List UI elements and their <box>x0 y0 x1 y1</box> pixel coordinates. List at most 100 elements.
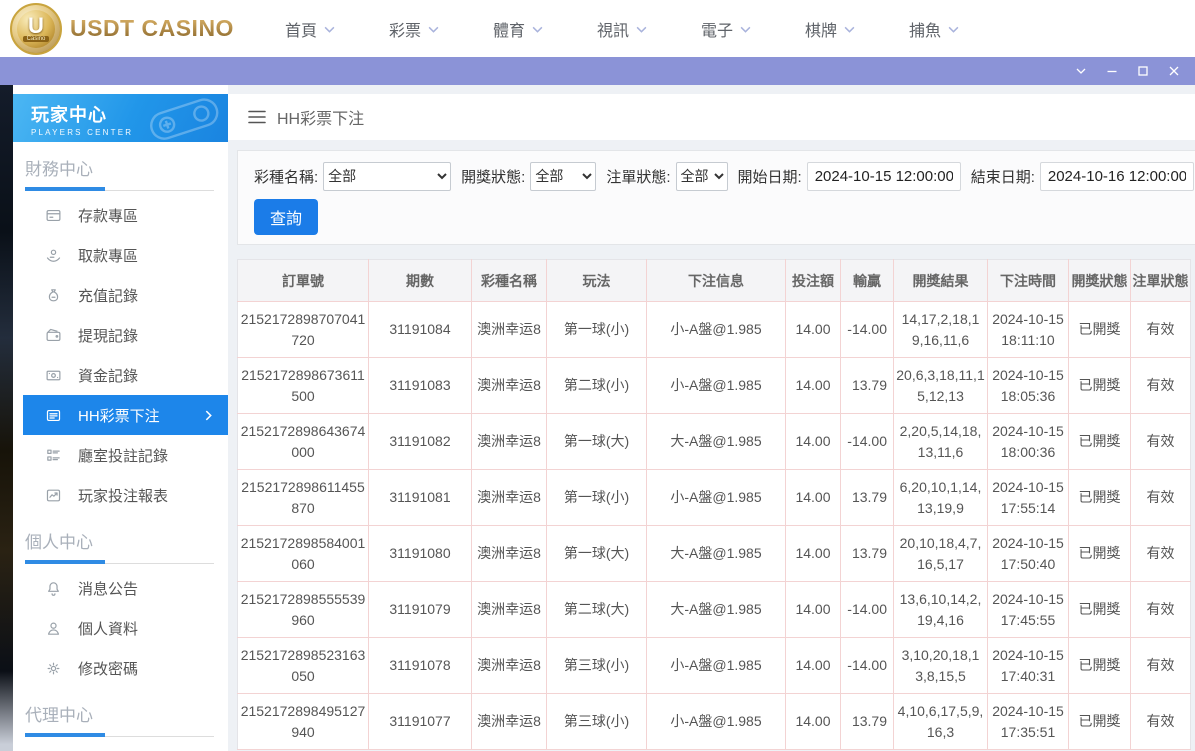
cell: 小-A盤@1.985 <box>646 357 786 414</box>
breadcrumb: HH彩票下注 <box>228 94 1195 140</box>
cell: 已開獎 <box>1068 693 1131 750</box>
cell: 14.00 <box>785 525 841 582</box>
withdraw-hand-icon <box>45 247 62 264</box>
lottery-type-select[interactable]: 全部 <box>323 161 452 191</box>
collapse-chevron-icon[interactable] <box>1065 57 1096 85</box>
close-icon[interactable] <box>1158 57 1189 85</box>
sidebar: 玩家中心 PLAYERS CENTER 財務中心存款專區取款專區充值記錄提現記錄… <box>13 85 228 751</box>
sidebar-item[interactable]: 取款專區 <box>23 235 228 275</box>
chevron-down-icon <box>948 26 959 33</box>
sidebar-section-title: 個人中心 <box>25 533 93 552</box>
section-underline <box>25 560 214 564</box>
cell: 澳洲幸运8 <box>471 469 547 526</box>
cell: 有效 <box>1130 357 1191 414</box>
nav-item[interactable]: 電子 <box>674 17 778 41</box>
maximize-icon[interactable] <box>1127 57 1158 85</box>
cell: -14.00 <box>840 581 894 638</box>
table-body: 2152172898707041720 31191084 澳洲幸运8 第一球(小) 小-… <box>237 301 1191 750</box>
cell: 2024-10-15 18:11:10 <box>987 301 1069 358</box>
cell: 31191083 <box>368 357 472 414</box>
column-header: 訂單號 <box>237 259 369 302</box>
sidebar-item-label: 提現記錄 <box>78 327 139 345</box>
filter-row: 彩種名稱: 全部 開獎狀態: 全部 注單狀態: 全部 開始日期: 2024-10… <box>254 160 1194 192</box>
sidebar-item-label: 充值記錄 <box>78 287 139 305</box>
nav-item-label: 捕魚 <box>908 22 941 40</box>
section-underline <box>25 733 214 737</box>
minimize-icon[interactable] <box>1096 57 1127 85</box>
sidebar-item[interactable]: 存款專區 <box>23 195 228 235</box>
cell: 有效 <box>1130 469 1191 526</box>
bell-icon <box>45 580 62 597</box>
sidebar-item[interactable]: 玩家投注報表 <box>23 475 228 515</box>
cell: 第三球(小) <box>546 693 647 750</box>
sidebar-item[interactable]: 消息公告 <box>23 568 228 608</box>
cell: 13.79 <box>840 693 894 750</box>
start-date-input[interactable] <box>806 161 961 191</box>
cell: 13.79 <box>840 525 894 582</box>
order-status-select[interactable]: 全部 <box>675 161 728 191</box>
cell: 13.79 <box>840 357 894 414</box>
sidebar-item[interactable]: 代理規則說明 <box>23 741 228 751</box>
table-row: 2152172898523163050 31191078 澳洲幸运8 第三球(小) 小-… <box>237 637 1191 694</box>
sidebar-item[interactable]: 資金記錄 <box>23 355 228 395</box>
nav-item[interactable]: 視訊 <box>570 17 674 41</box>
cell: 有效 <box>1130 413 1191 470</box>
cell: 2152172898555539960 <box>237 581 369 638</box>
cell: 2024-10-15 17:55:14 <box>987 469 1069 526</box>
lottery-bet-icon <box>45 407 62 424</box>
cell: 已開獎 <box>1068 357 1131 414</box>
cell: 14.00 <box>785 637 841 694</box>
cell: 第二球(大) <box>546 581 647 638</box>
desktop-background-strip <box>0 85 13 751</box>
cell: 澳洲幸运8 <box>471 693 547 750</box>
section-underline <box>25 187 214 191</box>
sidebar-item[interactable]: 充值記錄 <box>23 275 228 315</box>
cell: 20,10,18,4,7,16,5,17 <box>893 525 988 582</box>
chevron-down-icon <box>740 26 751 33</box>
cell: 14.00 <box>785 413 841 470</box>
nav-item-label: 首頁 <box>284 22 317 40</box>
cell: 澳洲幸运8 <box>471 357 547 414</box>
cell: 大-A盤@1.985 <box>646 581 786 638</box>
chevron-down-icon <box>324 26 335 33</box>
cell: 14.00 <box>785 581 841 638</box>
cell: 2024-10-15 18:00:36 <box>987 413 1069 470</box>
players-center-header: 玩家中心 PLAYERS CENTER <box>13 94 228 142</box>
sidebar-item[interactable]: 個人資料 <box>23 608 228 648</box>
cell: 小-A盤@1.985 <box>646 693 786 750</box>
sidebar-item[interactable]: 修改密碼 <box>23 648 228 688</box>
end-date-input[interactable] <box>1039 161 1194 191</box>
recharge-bag-icon <box>45 287 62 304</box>
top-navbar: U Casino USDT CASINO 首頁 彩票 體育 視訊 電子 棋牌 捕魚 <box>0 0 1195 57</box>
sidebar-item[interactable]: 廳室投註記錄 <box>23 435 228 475</box>
column-header: 下注信息 <box>646 259 786 302</box>
nav-item[interactable]: 捕魚 <box>882 17 986 41</box>
nav-item[interactable]: 棋牌 <box>778 17 882 41</box>
draw-status-select[interactable]: 全部 <box>530 161 597 191</box>
cell: 3,10,20,18,13,8,15,5 <box>893 637 988 694</box>
search-button[interactable]: 查詢 <box>254 199 319 235</box>
chevron-down-icon <box>844 26 855 33</box>
column-header: 輸贏 <box>840 259 894 302</box>
app-window: U Casino USDT CASINO 首頁 彩票 體育 視訊 電子 棋牌 捕魚 玩家中心… <box>0 0 1195 751</box>
sidebar-section-title: 財務中心 <box>25 160 93 179</box>
sidebar-item-label: 取款專區 <box>78 247 139 265</box>
table-row: 2152172898707041720 31191084 澳洲幸运8 第一球(小) 小-… <box>237 301 1191 358</box>
menu-icon[interactable] <box>248 110 266 124</box>
chevron-down-icon <box>636 26 647 33</box>
sidebar-item[interactable]: 提現記錄 <box>23 315 228 355</box>
column-header: 投注額 <box>785 259 841 302</box>
table-row: 2152172898584001060 31191080 澳洲幸运8 第一球(大) 大-… <box>237 525 1191 582</box>
cell: 14.00 <box>785 301 841 358</box>
cell: 小-A盤@1.985 <box>646 469 786 526</box>
nav-item[interactable]: 彩票 <box>362 17 466 41</box>
nav-item[interactable]: 體育 <box>466 17 570 41</box>
cell: 6,20,10,1,14,13,19,9 <box>893 469 988 526</box>
nav-item[interactable]: 首頁 <box>258 17 362 41</box>
cell: 小-A盤@1.985 <box>646 637 786 694</box>
sidebar-item-label: HH彩票下注 <box>78 407 160 425</box>
cell: 有效 <box>1130 581 1191 638</box>
cell: 20,6,3,18,11,15,12,13 <box>893 357 988 414</box>
cell: 2024-10-15 17:50:40 <box>987 525 1069 582</box>
sidebar-item[interactable]: HH彩票下注 <box>23 395 228 435</box>
